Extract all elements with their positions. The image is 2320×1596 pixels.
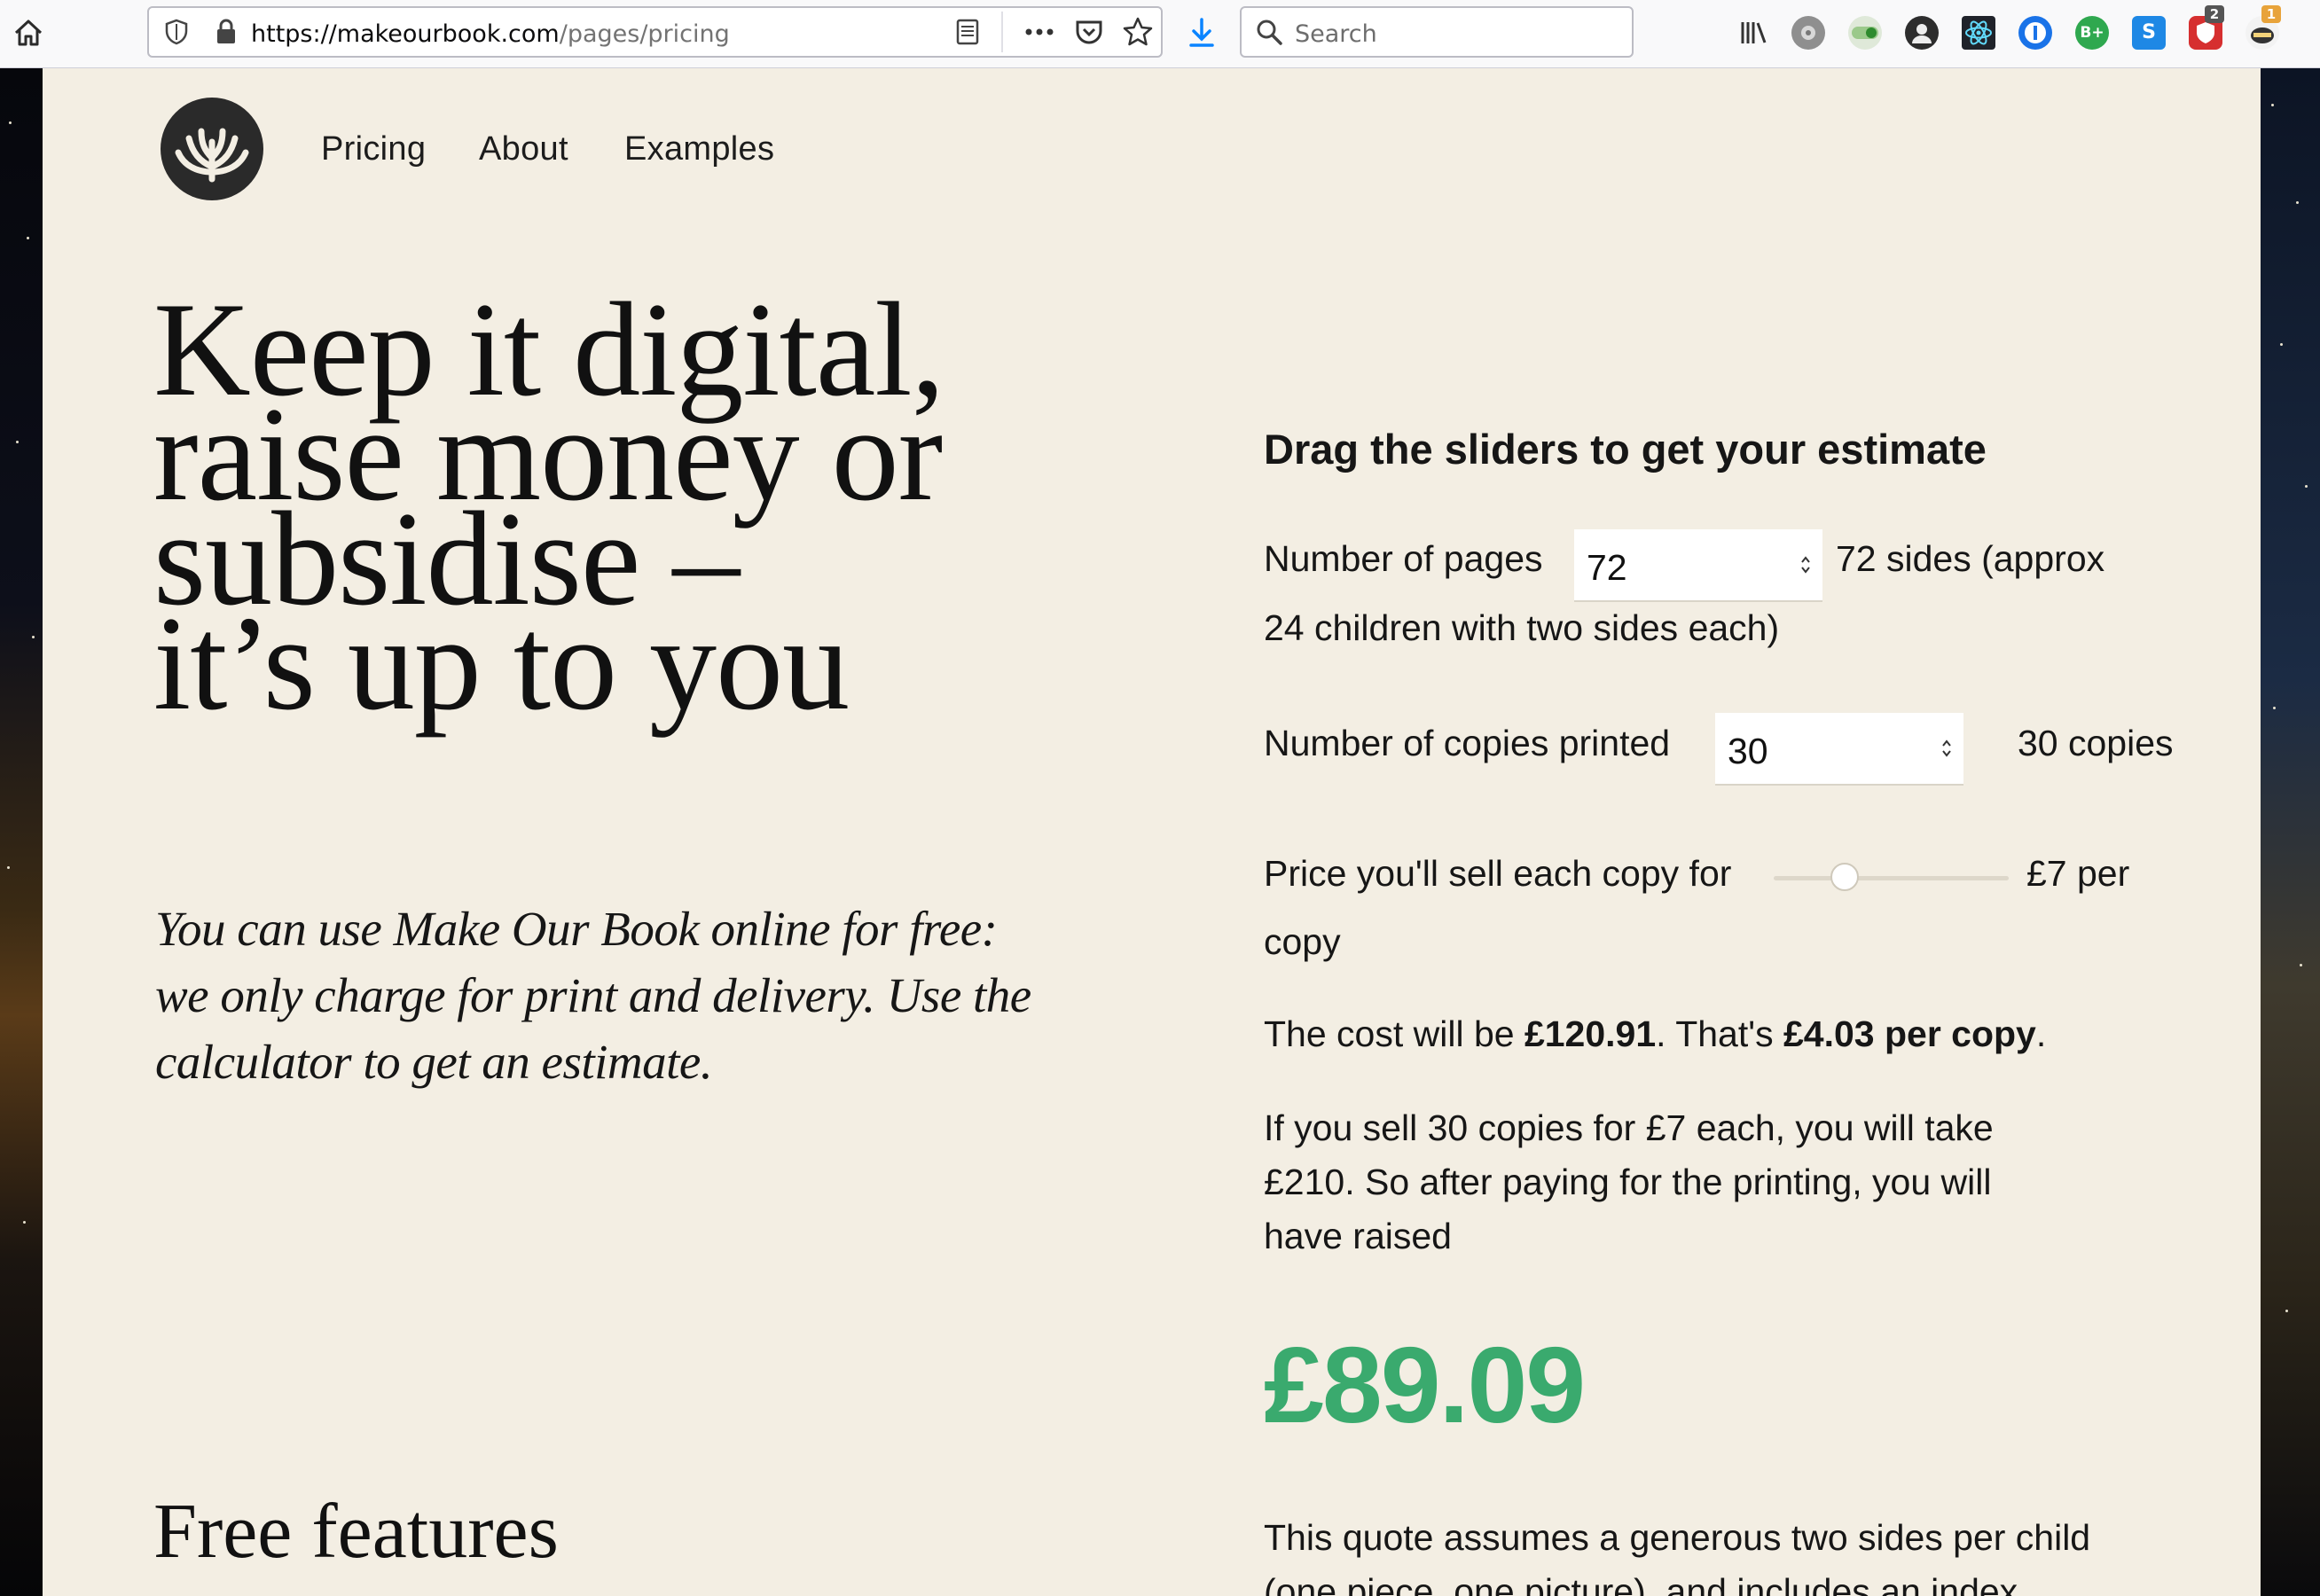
url-text[interactable]: https://makeourbook.com/pages/pricing [251,20,730,48]
sell-summary-line: If you sell 30 copies for £7 each, you w… [1264,1107,1994,1148]
cost-suffix: . [2035,1013,2047,1054]
search-placeholder: Search [1295,20,1377,48]
price-slider-thumb[interactable] [1830,863,1859,891]
search-icon [1254,17,1284,47]
sell-summary-line: £210. So after paying for the printing, … [1264,1162,1992,1202]
cost-total: £120.91 [1524,1013,1657,1054]
hero-headline: Keep it digital, raise money or subsidis… [153,282,1129,738]
tracking-shield-icon[interactable] [161,17,192,47]
copies-input[interactable]: 30 [1715,713,1963,786]
copies-input-value: 30 [1728,731,1768,771]
extension-badge-count-2: 1 [2261,5,2281,23]
pages-input-value: 72 [1587,547,1627,588]
calculator-heading: Drag the sliders to get your estimate [1264,426,1987,473]
nav-examples[interactable]: Examples [624,130,774,168]
browser-toolbar: https://makeourbook.com/pages/pricing Se… [0,0,2320,68]
desktop-background-right [2261,68,2320,1596]
url-path: /pages/pricing [559,20,730,48]
library-icon[interactable] [1736,15,1772,51]
nav-pricing[interactable]: Pricing [321,130,426,168]
headline-line: it’s up to you [153,589,850,738]
cost-per-copy: £4.03 per copy [1783,1013,2036,1054]
extension-badge-count: 2 [2205,5,2224,23]
s-extension-icon[interactable]: S [2132,16,2166,50]
copies-note: 30 copies [2018,723,2174,763]
amount-raised: £89.09 [1264,1325,1586,1445]
account-extension-icon[interactable] [1905,16,1939,50]
pages-input[interactable]: 72 [1574,529,1822,602]
pages-label: Number of pages [1264,538,1543,579]
price-note-continued: copy [1264,921,1341,962]
bplus-extension-icon[interactable]: B+ [2075,16,2109,50]
quote-footnote: This quote assumes a generous two sides … [1264,1517,2091,1558]
url-host: https://makeourbook.com [251,20,560,48]
desktop-background-left [0,68,43,1596]
lock-icon[interactable] [213,17,239,47]
nav-about[interactable]: About [479,130,568,168]
home-icon[interactable] [11,15,46,51]
copies-stepper-icon[interactable] [1940,736,1953,761]
hero-intro: You can use Make Our Book online for fre… [155,902,1031,1089]
free-features-heading: Free features [153,1489,559,1575]
react-devtools-icon[interactable] [1962,16,1995,50]
urlbar-divider [1001,12,1003,52]
sell-summary-line: have raised [1264,1216,1452,1256]
cost-mid: . That's [1656,1013,1783,1054]
pages-note-continued: 24 children with two sides each) [1264,607,1780,648]
price-note: £7 per [2026,853,2130,894]
toggle-extension-icon[interactable] [1848,16,1882,50]
quote-footnote-continued: (one piece, one picture), and includes a… [1264,1571,2018,1596]
make-our-book-logo[interactable] [161,98,263,200]
cost-summary: The cost will be £120.91. That's £4.03 p… [1264,1013,2046,1055]
pocket-icon[interactable] [1073,16,1105,48]
pages-note: 72 sides (approx [1836,538,2105,579]
settings-gear-extension-icon[interactable] [1791,16,1825,50]
download-icon[interactable] [1184,15,1219,51]
more-actions-icon[interactable] [1022,17,1057,47]
price-label: Price you'll sell each copy for [1264,853,1732,894]
cost-prefix: The cost will be [1264,1013,1524,1054]
pages-stepper-icon[interactable] [1799,552,1812,577]
password-manager-icon[interactable] [2018,16,2052,50]
search-bar[interactable]: Search [1240,6,1634,58]
url-bar[interactable]: https://makeourbook.com/pages/pricing [147,6,1163,58]
copies-label: Number of copies printed [1264,723,1671,763]
web-page: Pricing About Examples Keep it digital, … [43,68,2261,1596]
bookmark-star-icon[interactable] [1121,15,1155,49]
price-slider-track[interactable] [1774,876,2009,880]
reader-view-icon[interactable] [952,17,983,47]
